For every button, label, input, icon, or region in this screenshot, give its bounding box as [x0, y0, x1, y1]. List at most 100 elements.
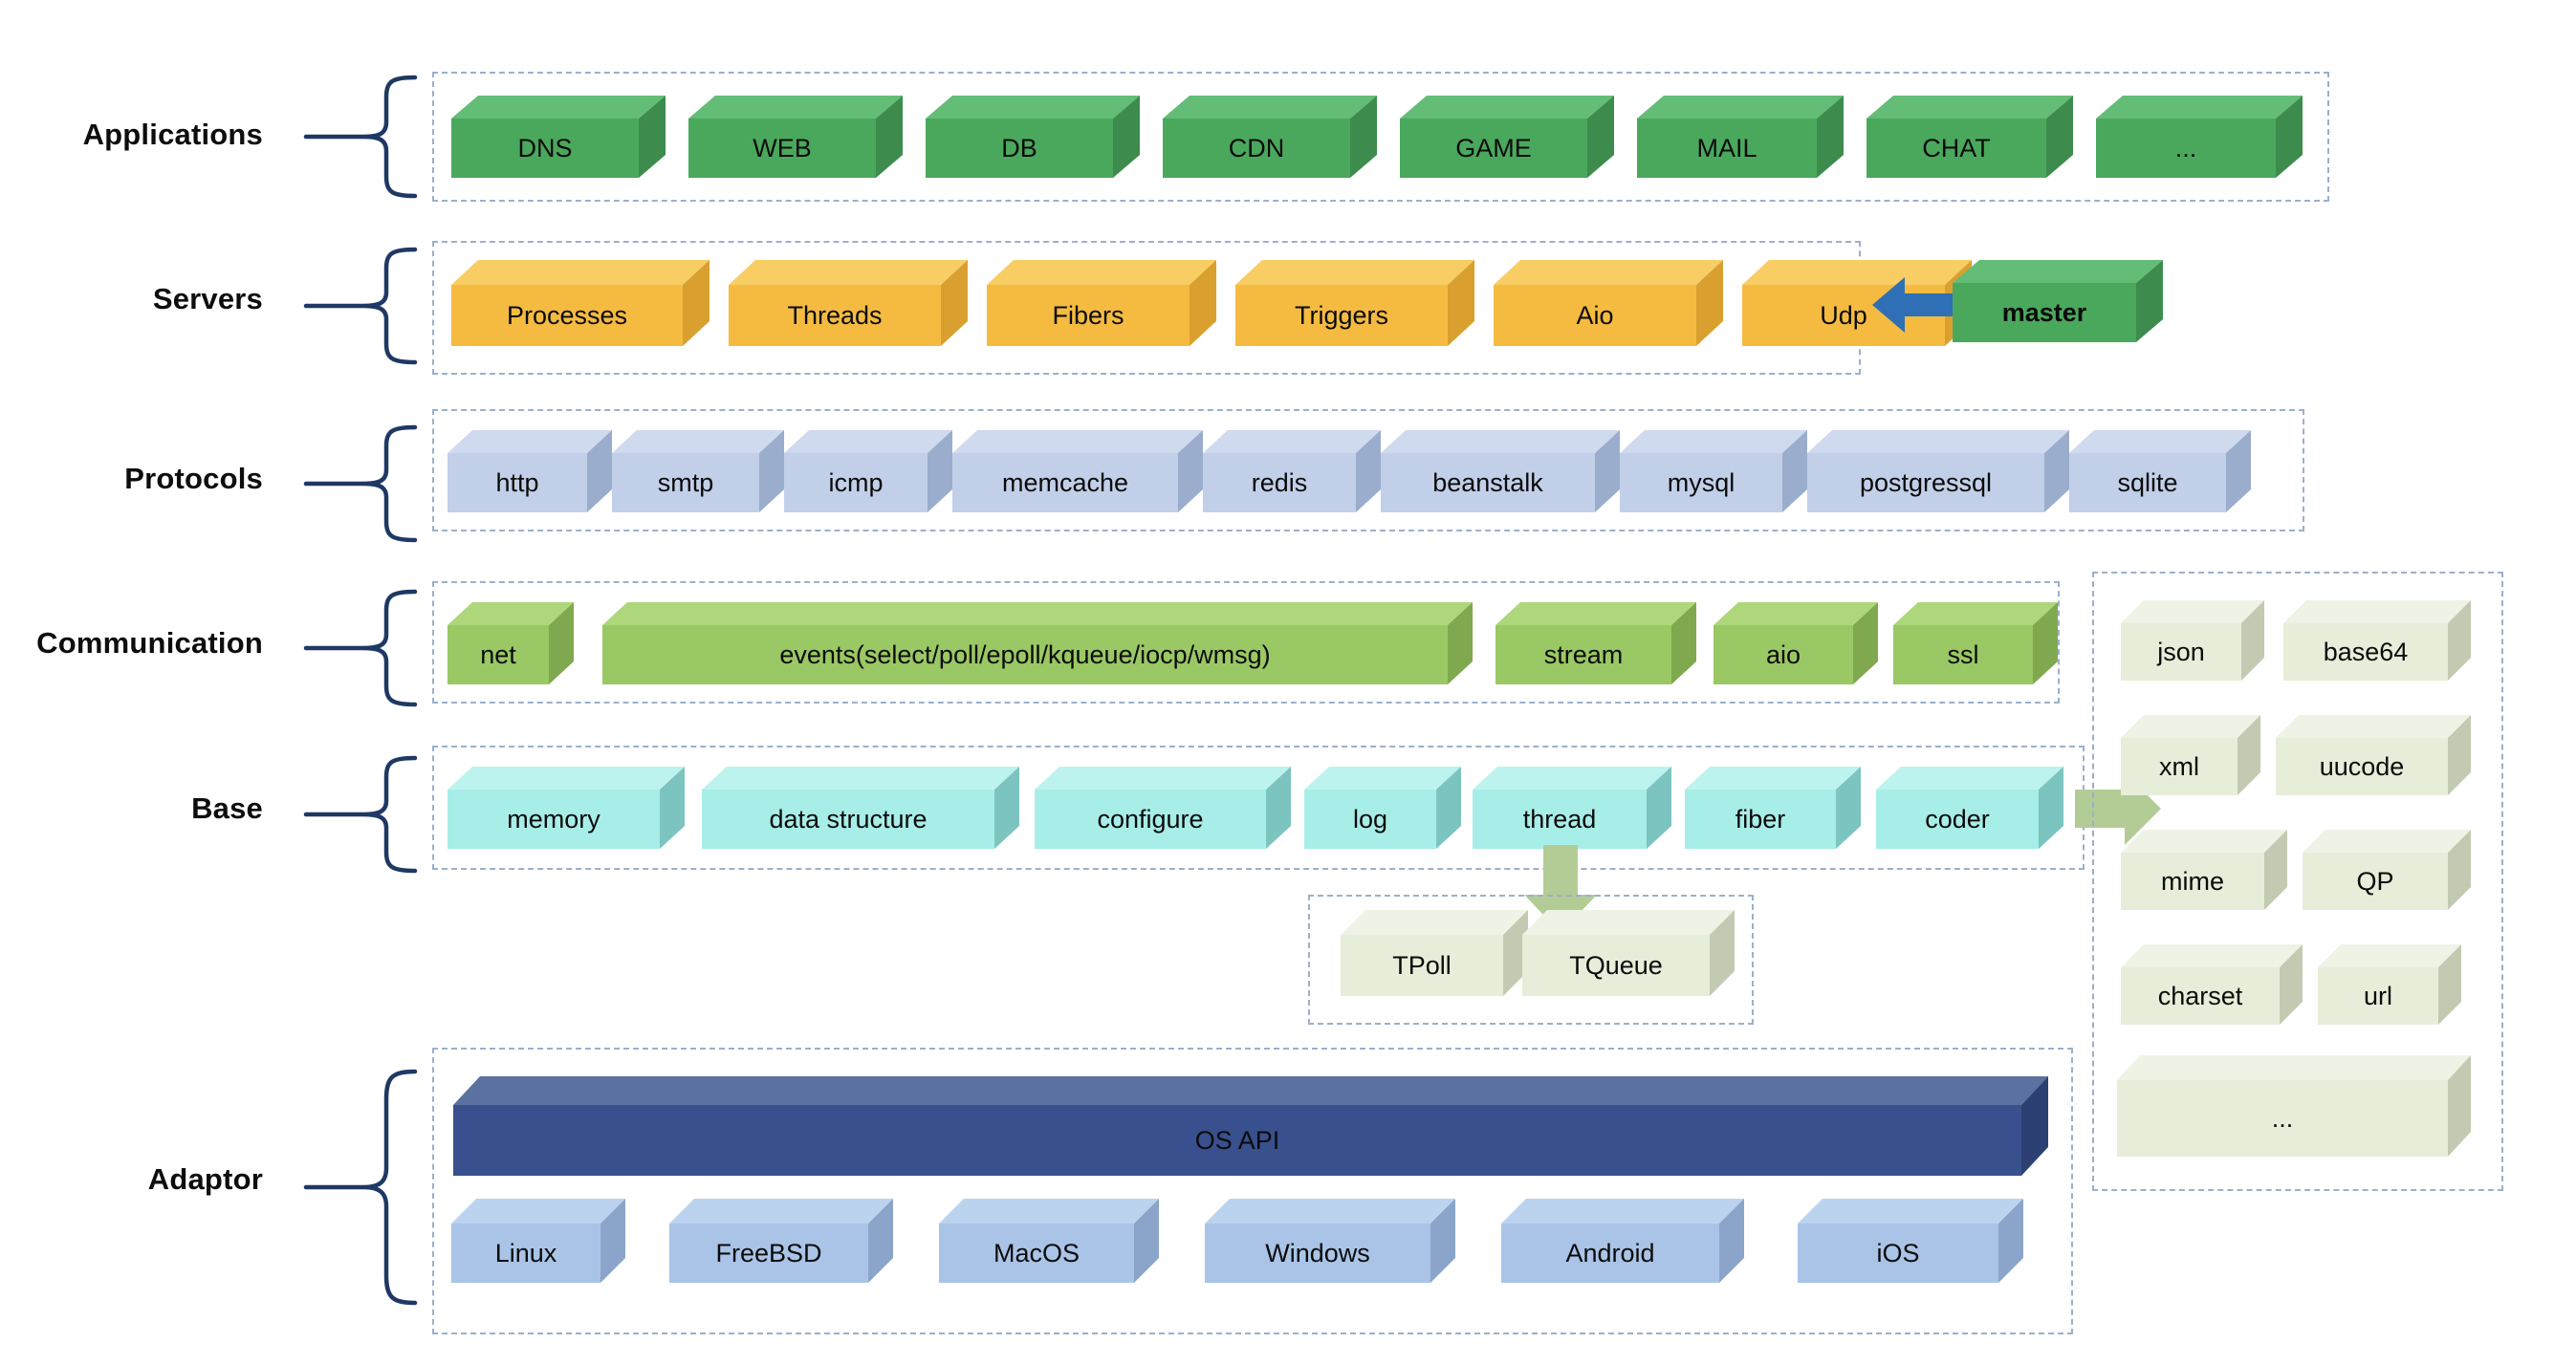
box-label: beanstalk	[1432, 467, 1543, 497]
box-game[interactable]: GAME	[1400, 96, 1614, 178]
box-macos[interactable]: MacOS	[939, 1199, 1159, 1283]
master-arrow-icon	[1872, 275, 1958, 335]
box-label: stream	[1543, 639, 1624, 669]
box-windows[interactable]: Windows	[1205, 1199, 1455, 1283]
box-master[interactable]: master	[1953, 260, 2163, 342]
box-beanstalk[interactable]: beanstalk	[1381, 430, 1620, 512]
box-aio-comm[interactable]: aio	[1714, 602, 1878, 684]
box-label: CDN	[1228, 133, 1285, 162]
box-label: sqlite	[2117, 467, 2178, 497]
box-label: icmp	[828, 467, 884, 497]
box-label: mysql	[1667, 467, 1736, 497]
box-redis[interactable]: redis	[1203, 430, 1381, 512]
box-label: OS API	[1194, 1125, 1280, 1155]
brace-base	[303, 755, 418, 874]
box-label: FreeBSD	[715, 1238, 822, 1268]
box-triggers[interactable]: Triggers	[1235, 260, 1474, 346]
box-label: iOS	[1876, 1238, 1920, 1268]
box-ios[interactable]: iOS	[1798, 1199, 2023, 1283]
box-label: TPoll	[1392, 950, 1452, 980]
box-web[interactable]: WEB	[688, 96, 903, 178]
box-json[interactable]: json	[2121, 600, 2264, 681]
box-label: Android	[1565, 1238, 1655, 1268]
box-android[interactable]: Android	[1501, 1199, 1744, 1283]
box-label: data structure	[769, 804, 928, 834]
brace-servers	[303, 247, 418, 365]
box-label: Linux	[494, 1238, 557, 1268]
box-label: WEB	[753, 133, 812, 162]
box-label: master	[2001, 297, 2087, 327]
box-label: GAME	[1455, 133, 1532, 162]
box-label: configure	[1097, 804, 1204, 834]
brace-applications	[303, 75, 418, 199]
box-label: coder	[1925, 804, 1990, 834]
box-smtp[interactable]: smtp	[612, 430, 784, 512]
box-net[interactable]: net	[448, 602, 574, 684]
box-label: json	[2157, 637, 2205, 666]
box-uucode[interactable]: uucode	[2276, 715, 2471, 795]
box-label: Threads	[787, 300, 883, 330]
box-db[interactable]: DB	[926, 96, 1140, 178]
box-mail[interactable]: MAIL	[1637, 96, 1844, 178]
box-coder-more[interactable]: ...	[2117, 1055, 2471, 1157]
box-label: redis	[1251, 467, 1308, 497]
box-label: aio	[1765, 639, 1801, 669]
box-sqlite[interactable]: sqlite	[2069, 430, 2251, 512]
box-label: fiber	[1735, 804, 1786, 834]
box-label: QP	[2356, 866, 2394, 896]
box-stream[interactable]: stream	[1495, 602, 1696, 684]
box-label: xml	[2159, 751, 2199, 781]
box-events[interactable]: events(select/poll/epoll/kqueue/iocp/wms…	[602, 602, 1473, 684]
row-label-adaptor: Adaptor	[147, 1162, 263, 1196]
box-label: Fibers	[1052, 300, 1124, 330]
box-fibers[interactable]: Fibers	[987, 260, 1216, 346]
box-label: ssl	[1947, 639, 1979, 669]
box-tqueue[interactable]: TQueue	[1522, 910, 1735, 996]
box-configure[interactable]: configure	[1035, 767, 1291, 849]
box-applications-more[interactable]: ...	[2096, 96, 2303, 178]
box-url[interactable]: url	[2318, 944, 2461, 1025]
box-label: base64	[2323, 637, 2409, 666]
row-label-applications: Applications	[82, 118, 263, 151]
box-label: CHAT	[1922, 133, 1991, 162]
brace-adaptor	[303, 1069, 418, 1308]
box-log[interactable]: log	[1304, 767, 1461, 849]
box-icmp[interactable]: icmp	[784, 430, 952, 512]
box-base64[interactable]: base64	[2283, 600, 2471, 681]
box-charset[interactable]: charset	[2121, 944, 2303, 1025]
box-label: Processes	[506, 300, 628, 330]
box-processes[interactable]: Processes	[451, 260, 709, 346]
box-fiber[interactable]: fiber	[1685, 767, 1861, 849]
box-label: postgressql	[1859, 467, 1993, 497]
box-aio-server[interactable]: Aio	[1494, 260, 1723, 346]
box-label: mime	[2161, 866, 2224, 896]
box-data-structure[interactable]: data structure	[702, 767, 1019, 849]
box-memory[interactable]: memory	[448, 767, 685, 849]
box-threads[interactable]: Threads	[729, 260, 968, 346]
box-qp[interactable]: QP	[2303, 830, 2471, 910]
box-freebsd[interactable]: FreeBSD	[669, 1199, 893, 1283]
box-dns[interactable]: DNS	[451, 96, 666, 178]
box-ssl[interactable]: ssl	[1893, 602, 2058, 684]
box-label: ...	[2174, 133, 2197, 162]
box-label: ...	[2271, 1103, 2294, 1133]
box-http[interactable]: http	[448, 430, 612, 512]
box-mysql[interactable]: mysql	[1620, 430, 1807, 512]
box-os-api[interactable]: OS API	[453, 1076, 2048, 1176]
box-label: DNS	[517, 133, 573, 162]
box-label: memory	[507, 804, 600, 834]
box-xml[interactable]: xml	[2121, 715, 2260, 795]
box-label: Triggers	[1294, 300, 1389, 330]
box-memcache[interactable]: memcache	[952, 430, 1203, 512]
box-label: TQueue	[1569, 950, 1663, 980]
box-chat[interactable]: CHAT	[1867, 96, 2073, 178]
box-postgressql[interactable]: postgressql	[1807, 430, 2069, 512]
architecture-diagram: Applications Servers Protocols Communica…	[0, 0, 2576, 1365]
box-tpoll[interactable]: TPoll	[1341, 910, 1528, 996]
box-thread[interactable]: thread	[1473, 767, 1671, 849]
box-mime[interactable]: mime	[2121, 830, 2287, 910]
box-label: MacOS	[993, 1238, 1081, 1268]
box-cdn[interactable]: CDN	[1163, 96, 1377, 178]
box-linux[interactable]: Linux	[451, 1199, 625, 1283]
box-coder[interactable]: coder	[1876, 767, 2063, 849]
